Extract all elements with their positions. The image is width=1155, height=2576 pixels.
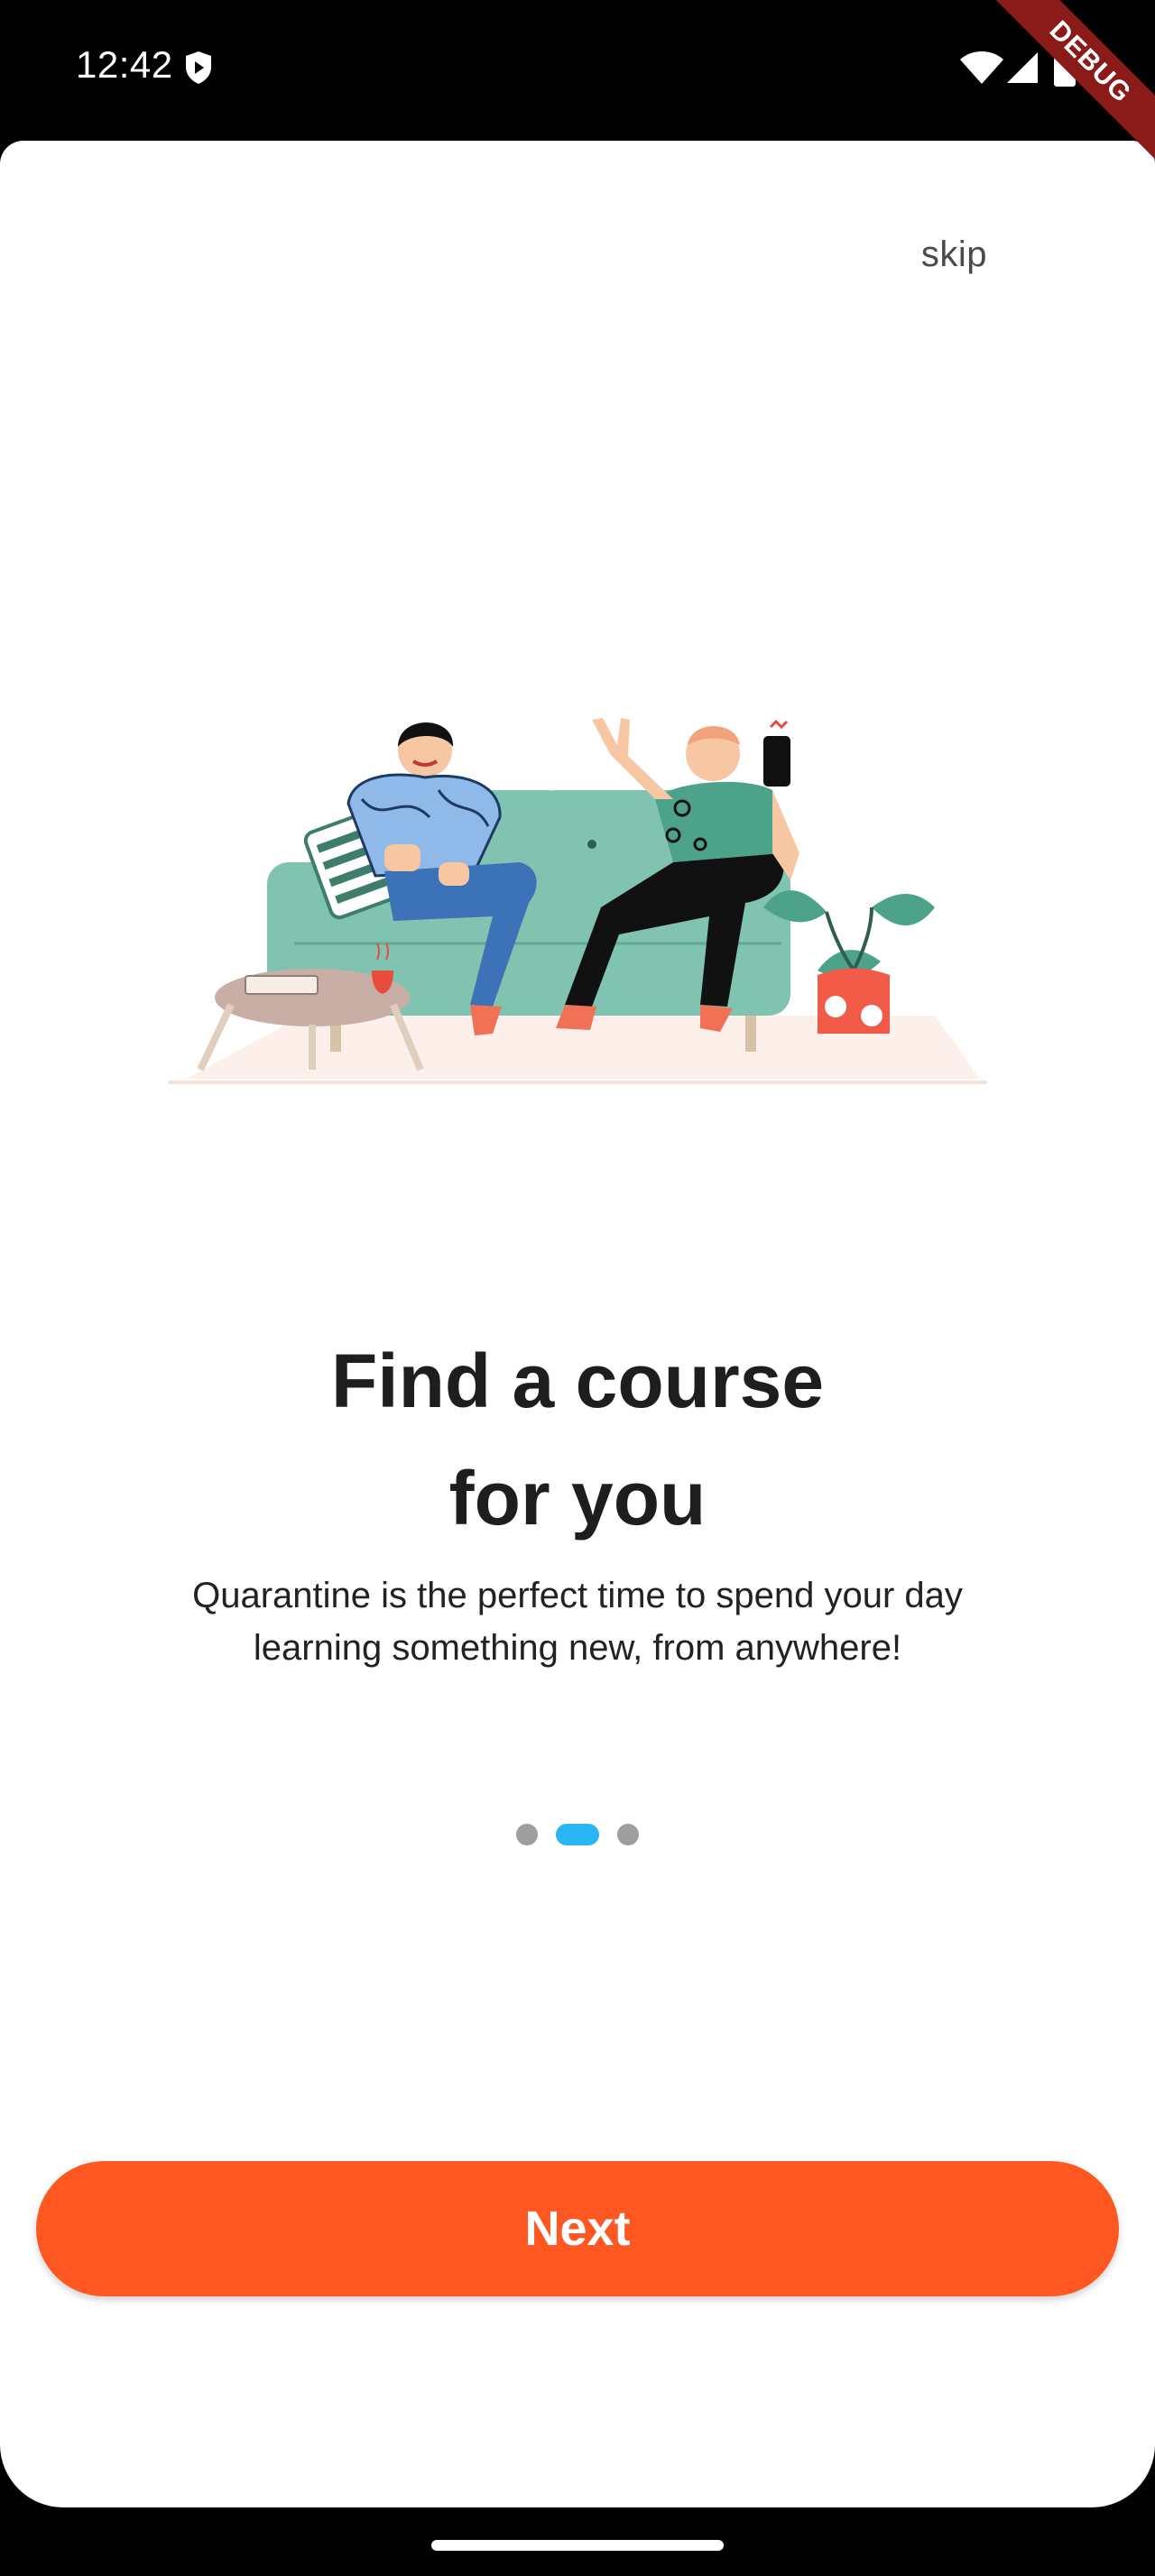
page-title-line-2: for you bbox=[448, 1456, 707, 1541]
next-button[interactable]: Next bbox=[36, 2161, 1119, 2296]
page-title-line-1: Find a course bbox=[330, 1339, 825, 1423]
home-indicator[interactable] bbox=[431, 2540, 724, 2551]
page-description: Quarantine is the perfect time to spend … bbox=[192, 1576, 963, 1668]
signal-icon bbox=[1007, 52, 1038, 83]
page-dot-1[interactable] bbox=[516, 1824, 538, 1845]
battery-icon bbox=[1054, 43, 1076, 87]
page-dot-2-active[interactable] bbox=[556, 1824, 599, 1845]
wifi-icon bbox=[960, 51, 1003, 84]
onboarding-screen: skip Find a course for you Quarantine is… bbox=[0, 141, 1155, 2507]
status-bar: 12:42 bbox=[0, 0, 1155, 141]
page-dot-3[interactable] bbox=[617, 1824, 639, 1845]
shield-icon bbox=[186, 51, 211, 84]
page-title: Find a course for you bbox=[0, 1322, 1155, 1557]
two-people-on-sofa-illustration bbox=[168, 718, 987, 1084]
status-time: 12:42 bbox=[76, 43, 173, 86]
skip-button[interactable]: skip bbox=[921, 235, 987, 275]
device-frame: 12:42 DEBUG skip Find a course for you Q… bbox=[0, 0, 1155, 2576]
page-indicator bbox=[0, 1824, 1155, 1851]
